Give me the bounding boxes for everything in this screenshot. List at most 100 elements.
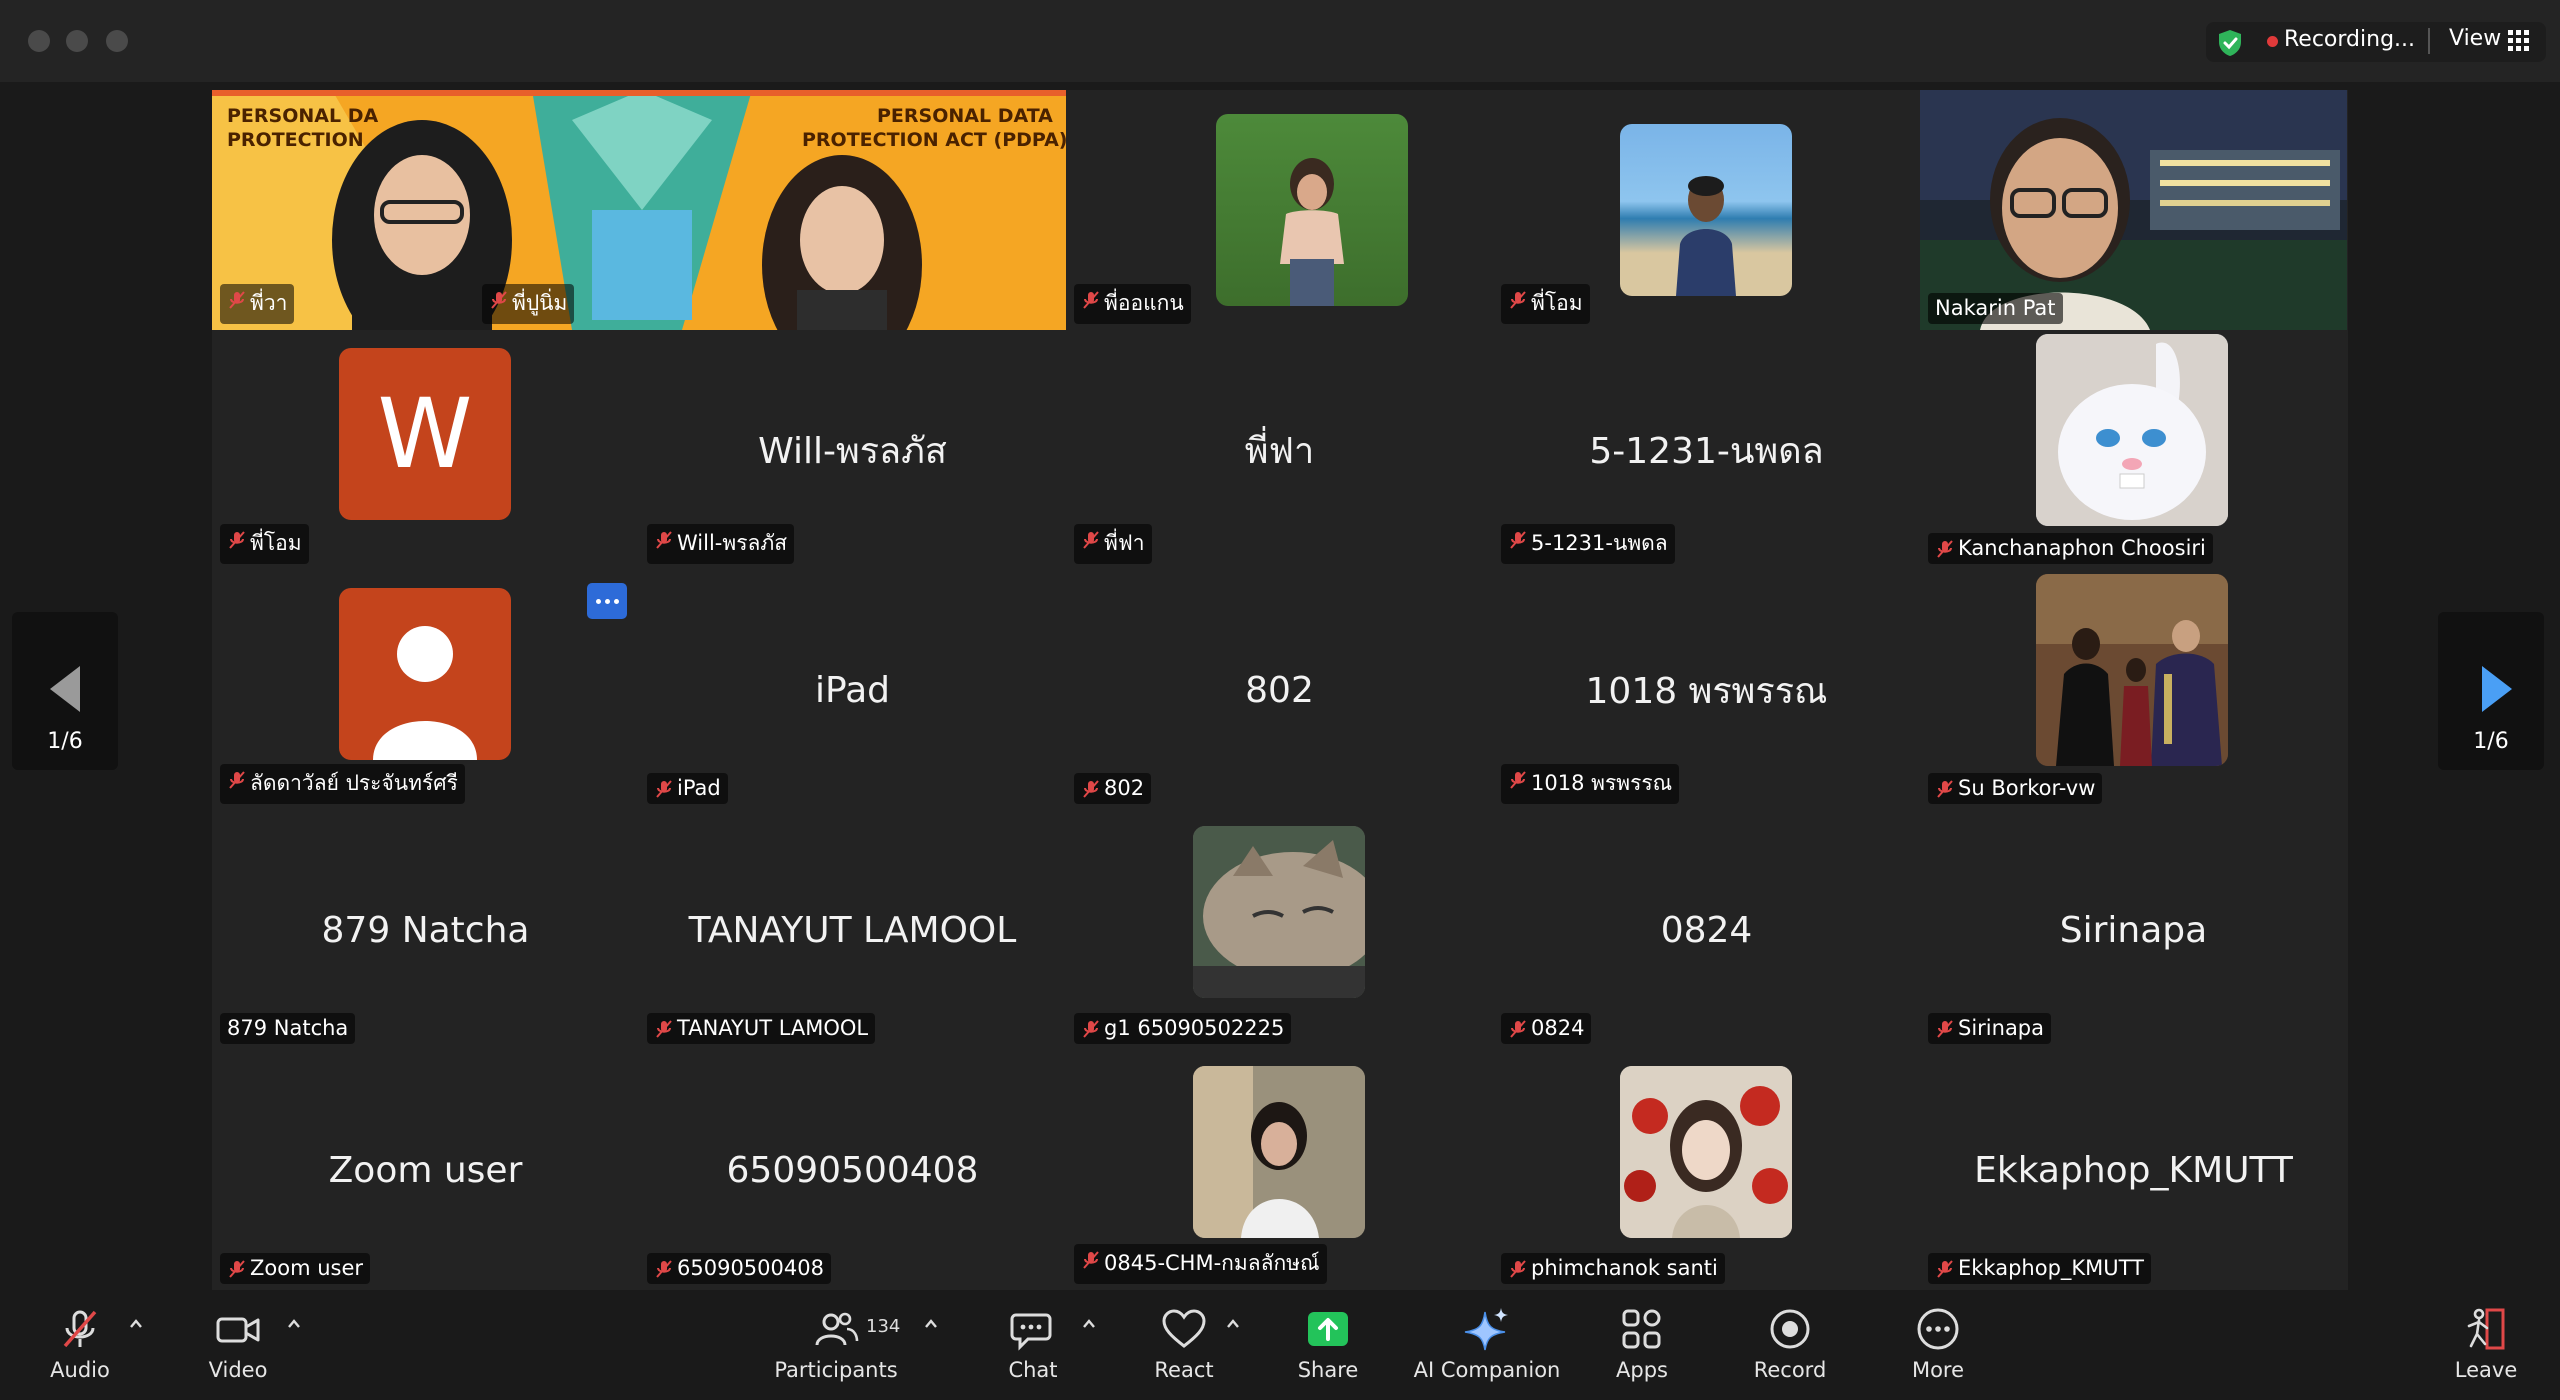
dot-icon [613,598,619,604]
mic-muted-icon [1083,291,1099,309]
ai-companion-label: AI Companion [1413,1358,1561,1382]
ai-companion-button[interactable]: AI Companion [1414,1306,1560,1382]
participant-tile[interactable]: Kanchanaphon Choosiri [1920,330,2347,570]
video-gallery: PERSONAL DA PROTECTION PERSONAL DATA PRO… [212,90,2348,1290]
chat-bubble-icon [1010,1313,1052,1351]
participants-options-chevron-up-icon[interactable] [923,1316,939,1332]
participant-tile-shared-banner[interactable]: PERSONAL DA PROTECTION PERSONAL DATA PRO… [212,90,1066,330]
mic-muted-icon [229,291,245,309]
mic-muted-icon [1083,1251,1099,1269]
participant-tile[interactable]: Will-พรลภัส Will-พรลภัส [639,330,1066,570]
participant-photo [2036,334,2228,526]
chevron-left-icon [50,666,80,712]
participant-name-label: 802 [1074,773,1152,804]
participant-tile[interactable]: 879 Natcha 879 Natcha [212,810,639,1050]
title-bar: Recording... View [0,0,2560,82]
more-button[interactable]: More [1868,1306,2008,1382]
leave-door-icon [2467,1308,2505,1350]
participant-tile[interactable]: พี่ออแกน [1066,90,1493,330]
minimize-window-button[interactable] [66,30,88,52]
participant-tile[interactable]: g1 65090502225 [1066,810,1493,1050]
participant-tile[interactable]: Ekkaphop_KMUTT Ekkaphop_KMUTT [1920,1050,2347,1290]
zoom-window-button[interactable] [106,30,128,52]
chat-label: Chat [1008,1358,1058,1382]
participant-photo [1216,114,1408,306]
tile-more-options-button[interactable] [587,583,627,619]
close-window-button[interactable] [28,30,50,52]
leave-label: Leave [2454,1358,2518,1382]
apps-icon [1622,1309,1661,1349]
participant-name-label: 65090500408 [647,1253,831,1284]
divider [2428,28,2430,54]
man-at-beach-photo [1676,176,1736,296]
video-options-chevron-up-icon[interactable] [286,1316,302,1332]
video-camera-icon [216,1317,260,1343]
participant-tile[interactable]: 0824 0824 [1493,810,1920,1050]
mic-muted-icon [1510,771,1526,789]
participant-name-label: phimchanok santi [1501,1253,1725,1284]
participant-name-label: พี่วา [220,284,295,324]
letter-avatar: W [339,348,511,520]
participant-tile[interactable]: TANAYUT LAMOOL TANAYUT LAMOOL [639,810,1066,1050]
microphone-muted-icon [63,1310,97,1348]
recording-label[interactable]: Recording... [2284,27,2415,52]
participant-tile[interactable]: Zoom user Zoom user [212,1050,639,1290]
next-page-button[interactable]: 1/6 [2438,612,2544,770]
participant-tile[interactable]: phimchanok santi [1493,1050,1920,1290]
participant-tile[interactable]: 65090500408 65090500408 [639,1050,1066,1290]
participant-tile[interactable]: 5-1231-นพดล 5-1231-นพดล [1493,330,1920,570]
mic-muted-icon [229,771,245,789]
mic-muted-icon [656,1020,672,1038]
participant-tile-active-speaker[interactable]: Nakarin Pat [1920,90,2347,330]
participant-name-label: Zoom user [220,1253,371,1284]
participant-tile[interactable]: พี่ฟา พี่ฟา [1066,330,1493,570]
participant-tile[interactable]: พี่โอม [1493,90,1920,330]
mic-muted-icon [1083,531,1099,549]
participant-tile[interactable]: iPad iPad [639,570,1066,810]
mic-muted-icon [656,531,672,549]
chat-options-chevron-up-icon[interactable] [1081,1316,1097,1332]
participant-name-label: Nakarin Pat [1928,293,2063,324]
participant-photo [1620,124,1792,296]
participant-tile[interactable]: Sirinapa Sirinapa [1920,810,2347,1050]
participant-tile[interactable]: Su Borkor-vw [1920,570,2347,810]
share-button[interactable]: Share [1258,1306,1398,1382]
record-button[interactable]: Record [1720,1306,1860,1382]
prev-page-button[interactable]: 1/6 [12,612,118,770]
mic-muted-icon [1510,531,1526,549]
white-rabbit-photo [2036,334,2228,526]
chevron-right-icon [2482,666,2512,712]
participant-tile[interactable]: 0845-CHM-กมลลักษณ์ [1066,1050,1493,1290]
participant-tile[interactable]: ลัดดาวัลย์ ประจันทร์ศรี [212,570,639,810]
record-icon [1770,1309,1810,1349]
participant-photo [2036,574,2228,766]
participant-name-label: Ekkaphop_KMUTT [1928,1253,2151,1284]
participant-tile[interactable]: W พี่โอม [212,330,639,570]
mic-muted-icon [1937,780,1953,798]
record-label: Record [1753,1358,1827,1382]
react-label: React [1154,1358,1214,1382]
shield-icon[interactable] [2215,28,2245,58]
grid-view-icon[interactable] [2508,30,2529,51]
participant-tile[interactable]: 802 802 [1066,570,1493,810]
more-label: More [1911,1358,1965,1382]
participant-photo [1193,1066,1365,1238]
page-indicator-right: 1/6 [2473,729,2509,754]
apps-button[interactable]: Apps [1572,1306,1712,1382]
audio-label: Audio [50,1358,110,1382]
mic-muted-icon [656,1260,672,1278]
sleeping-cat-photo [1193,826,1365,998]
react-options-chevron-up-icon[interactable] [1225,1316,1241,1332]
share-label: Share [1297,1358,1359,1382]
svg-text:PROTECTION ACT (PDPA): PROTECTION ACT (PDPA) [802,129,1066,151]
mic-muted-icon [1083,1020,1099,1038]
audio-options-chevron-up-icon[interactable] [128,1316,144,1332]
svg-text:PERSONAL DA: PERSONAL DA [227,105,378,127]
participant-tile[interactable]: 1018 พรพรรณ 1018 พรพรรณ [1493,570,1920,810]
leave-button[interactable]: Leave [2416,1306,2556,1382]
meeting-toolbar: Audio Video Participants 134 Chat React … [0,1290,2560,1400]
participant-name-label: 5-1231-นพดล [1501,524,1675,564]
pdpa-banner-video: PERSONAL DA PROTECTION PERSONAL DATA PRO… [212,90,1066,330]
participant-name-label: Sirinapa [1928,1013,2052,1044]
view-button[interactable]: View [2449,26,2501,51]
